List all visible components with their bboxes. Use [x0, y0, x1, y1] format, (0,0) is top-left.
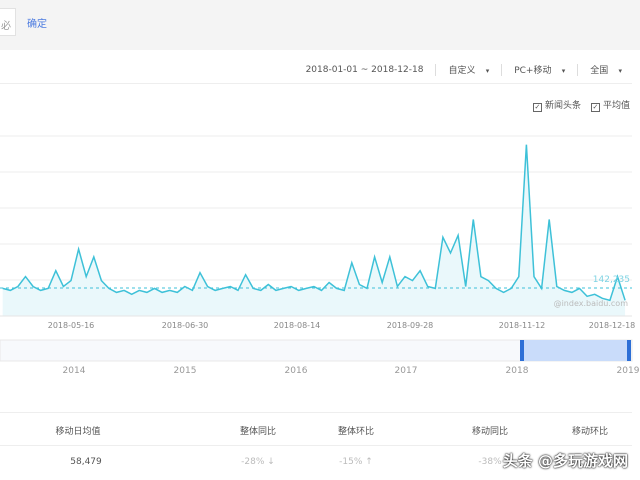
x-tick-label: 2018-08-14: [274, 321, 321, 330]
cell: -28% ↓: [241, 457, 275, 467]
cell: -38%: [478, 457, 502, 467]
cell: 58,479: [70, 457, 102, 467]
navigator-year-label: 2015: [174, 366, 197, 376]
col-header: 整体同比: [239, 427, 277, 437]
x-tick-label: 2018-11-12: [499, 321, 546, 330]
navigator-year-label: 2018: [506, 366, 529, 376]
x-tick-label: 2018-09-28: [387, 321, 434, 330]
trend-chart: 142,235 @index.baidu.com 2018-05-16 2018-06…: [0, 135, 640, 376]
watermark: 头条 @多玩游戏网: [502, 452, 628, 470]
x-tick-label: 2018-05-16: [48, 321, 95, 330]
navigator-handle-right[interactable]: [627, 340, 631, 361]
average-label: 142,235: [593, 275, 630, 285]
navigator-handle-left[interactable]: [520, 340, 524, 361]
navigator-year-label: 2019: [617, 366, 640, 376]
x-tick-label: 2018-06-30: [162, 321, 209, 330]
table-header: 移动日均值 整体同比 整体环比 移动同比 移动环比: [0, 412, 632, 445]
col-header: 移动环比: [571, 427, 609, 437]
chart-watermark: @index.baidu.com: [554, 299, 629, 308]
col-header: 整体环比: [337, 427, 375, 437]
col-header: 移动日均值: [55, 427, 101, 437]
col-header: 移动同比: [471, 427, 509, 437]
navigator-year-label: 2014: [63, 366, 86, 376]
navigator-selection: [522, 340, 629, 361]
x-tick-label: 2018-12-18: [589, 321, 636, 330]
navigator-year-label: 2017: [395, 366, 418, 376]
cell: -15% ↑: [339, 457, 373, 467]
navigator-year-label: 2016: [285, 366, 308, 376]
